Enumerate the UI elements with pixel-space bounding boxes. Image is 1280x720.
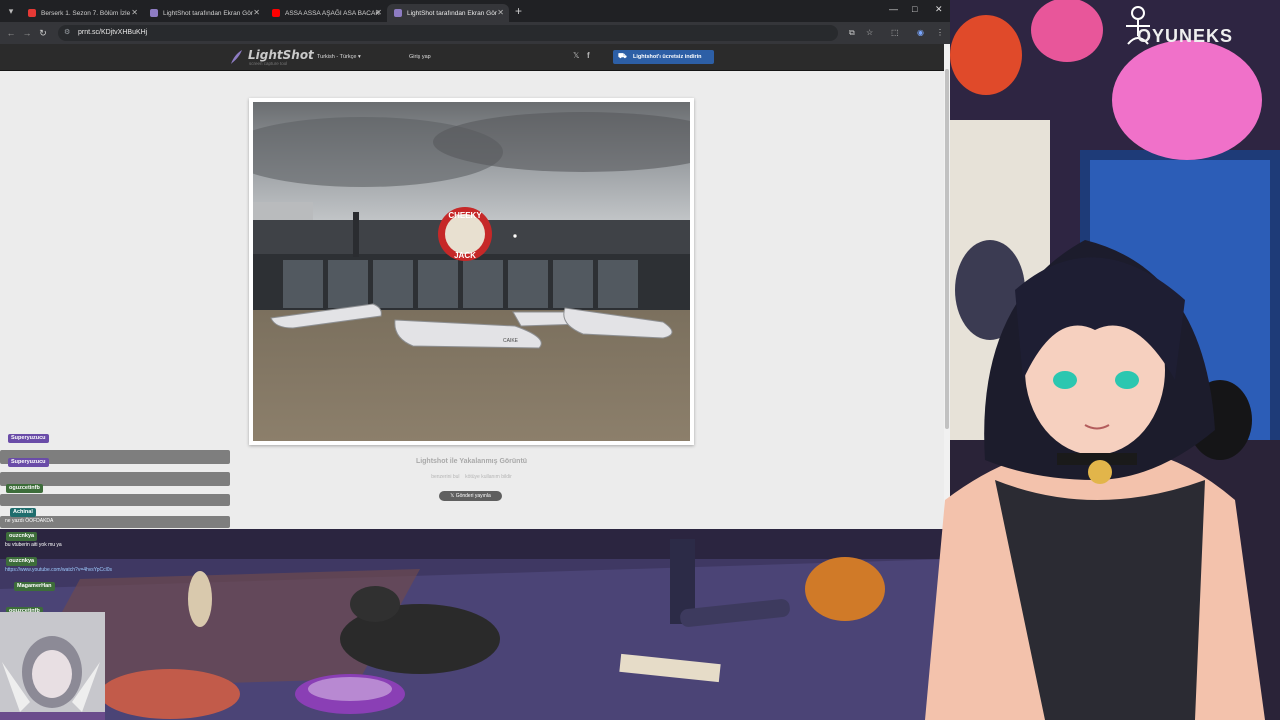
sign-text-bottom: JACK — [454, 251, 476, 260]
forward-button[interactable]: → — [19, 28, 35, 38]
tab-title: ASSA ASSA AŞAĞI ASA BACAK — [285, 9, 380, 17]
chat-message: ouzcnkya bu vtuberin aiti yok mu ya — [0, 530, 230, 548]
screenshot-image[interactable]: CHEEKY JACK CAIKE — [253, 102, 690, 441]
browser-tab[interactable]: ASSA ASSA AŞAĞI ASA BACAK ✕ — [265, 4, 387, 22]
stream-layout: ▾ Berserk 1. Sezon 7. Bölüm İzle ✕ Light… — [0, 0, 1280, 720]
webcam-avatar-overlay — [0, 612, 105, 720]
chat-message: oguzcetinfb — [0, 482, 230, 506]
lightshot-tagline: screen capture tool — [249, 61, 288, 66]
tab-title: Berserk 1. Sezon 7. Bölüm İzle — [41, 9, 131, 17]
favicon-icon — [28, 9, 36, 17]
browser-tab-active[interactable]: LightShot tarafından Ekran Gör ✕ — [387, 4, 509, 22]
close-window-button[interactable]: ✕ — [935, 4, 943, 15]
browser-tab[interactable]: LightShot tarafından Ekran Gör ✕ — [143, 4, 265, 22]
lightshot-favicon-icon — [394, 9, 402, 17]
address-bar[interactable]: ⚙ prnt.sc/KDjtvXHBuKHj — [58, 25, 838, 41]
maximize-button[interactable]: □ — [912, 4, 917, 14]
close-icon[interactable]: ✕ — [497, 8, 504, 17]
close-icon[interactable]: ✕ — [131, 8, 138, 17]
download-button[interactable]: ⛟ Lightshot'ı ücretsiz indirin — [613, 50, 714, 64]
tab-search-button[interactable]: ▾ — [4, 4, 18, 18]
report-abuse-link[interactable]: kötüye kullanım bildir — [465, 474, 512, 480]
chat-username: oguzcetinfb — [6, 484, 43, 493]
feather-logo-icon — [231, 50, 242, 64]
download-icon: ⛟ — [618, 53, 627, 60]
facebook-icon[interactable]: f — [587, 51, 590, 60]
stream-chat-overlay: Superyuzucu Superyuzucu oguzcetinfb Achi… — [0, 430, 232, 620]
screenshot-caption: Lightshot ile Yakalanmış Görüntü — [415, 458, 528, 465]
url-text: prnt.sc/KDjtvXHBuKHj — [78, 29, 148, 36]
install-app-icon[interactable]: ⧉ — [849, 28, 855, 38]
chat-message: MagamerHan — [0, 580, 230, 592]
screenshot-meta: benzerini bul kötüye kullanım bildir — [300, 474, 643, 480]
flooded-restaurant-photo: CHEEKY JACK CAIKE — [253, 102, 690, 441]
chat-text: ne yazdı ÖOFDAKDA — [5, 518, 54, 524]
chat-message: Achinal ne yazdı ÖOFDAKDA — [0, 506, 230, 528]
download-label: Lightshot'ı ücretsiz indirin — [633, 54, 702, 60]
sign-text-top: CHEEKY — [448, 211, 482, 220]
chat-message: Superyuzucu — [0, 456, 230, 486]
screenshot-frame: CHEEKY JACK CAIKE — [249, 98, 694, 445]
close-icon[interactable]: ✕ — [375, 8, 382, 17]
chat-link: https://www.youtube.com/watch?v=4hvsYpCc… — [5, 567, 113, 573]
new-tab-button[interactable]: + — [515, 4, 522, 18]
extensions-icon[interactable]: ⬚ — [891, 28, 899, 37]
chat-username: ouzcnkya — [6, 557, 38, 566]
language-select[interactable]: Turkish - Türkçe ▾ — [317, 54, 361, 60]
channel-name: OYUNEKS — [1137, 26, 1234, 46]
tab-title: LightShot tarafından Ekran Gör — [163, 9, 253, 17]
kebab-menu-icon[interactable]: ⋮ — [936, 28, 944, 37]
chat-username: ouzcnkya — [6, 532, 38, 541]
chat-username: Superyuzucu — [8, 458, 49, 467]
lightshot-logo[interactable]: LightShot — [248, 48, 314, 62]
tab-title: LightShot tarafından Ekran Gör — [407, 9, 497, 17]
chat-username: Superyuzucu — [8, 434, 49, 443]
close-icon[interactable]: ✕ — [253, 8, 260, 17]
site-info-icon[interactable]: ⚙ — [64, 25, 70, 41]
bookmark-star-icon[interactable]: ☆ — [866, 28, 873, 37]
share-on-x-button[interactable]: 𝕏 Gönderi yayınla — [439, 491, 502, 501]
chat-message: ouzcnkya https://www.youtube.com/watch?v… — [0, 555, 230, 573]
find-similar-link[interactable]: benzerini bul — [431, 474, 459, 480]
lightshot-favicon-icon — [150, 9, 158, 17]
chat-text: bu vtuberin aiti yok mu ya — [5, 542, 62, 548]
chat-message: Superyuzucu — [0, 432, 230, 464]
browser-tab[interactable]: Berserk 1. Sezon 7. Bölüm İzle ✕ — [21, 4, 143, 22]
browser-toolbar: ← → ↻ ⚙ prnt.sc/KDjtvXHBuKHj ⧉ ☆ ⬚ ◉ ⋮ — [0, 22, 950, 44]
back-button[interactable]: ← — [3, 28, 19, 38]
login-link[interactable]: Giriş yap — [409, 54, 431, 60]
profile-icon[interactable]: ◉ — [917, 28, 924, 37]
browser-tab-bar: ▾ Berserk 1. Sezon 7. Bölüm İzle ✕ Light… — [0, 0, 950, 22]
twitter-icon[interactable]: 𝕏 — [573, 51, 579, 60]
minimize-button[interactable]: — — [889, 4, 898, 14]
vtuber-avatar — [925, 240, 1265, 720]
lightshot-header: LightShot screen capture tool Turkish - … — [0, 44, 944, 71]
reload-button[interactable]: ↻ — [35, 28, 51, 39]
boat-text: CAIKE — [503, 338, 519, 344]
chat-username: MagamerHan — [14, 582, 55, 591]
chat-username: Achinal — [10, 508, 36, 517]
youtube-favicon-icon — [272, 9, 280, 17]
